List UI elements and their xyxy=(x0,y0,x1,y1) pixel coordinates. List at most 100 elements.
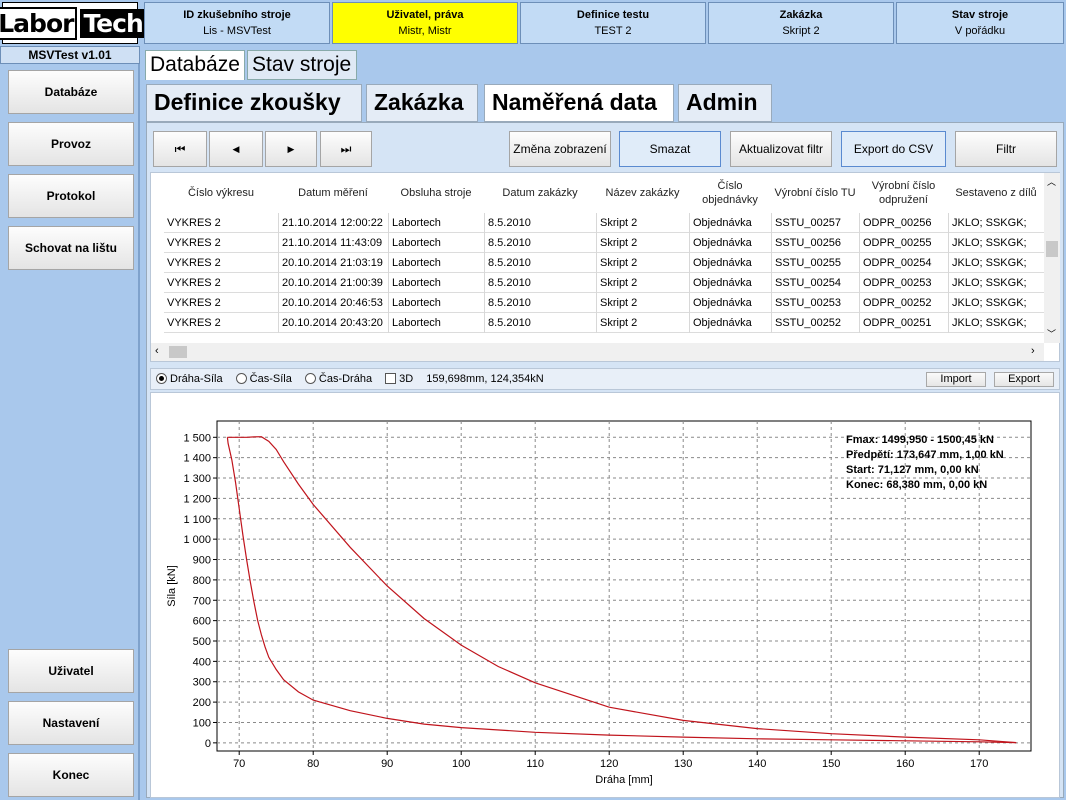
tab-measured-data[interactable]: Naměřená data xyxy=(484,84,674,122)
vertical-scroll-thumb[interactable] xyxy=(1046,241,1058,257)
sidebar-button-database[interactable]: Databáze xyxy=(8,70,134,114)
table-cell: 8.5.2010 xyxy=(484,293,596,313)
table-cell: SSTU_00257 xyxy=(771,213,859,233)
radio-time-distance[interactable] xyxy=(304,373,316,384)
header-user-rights-value: Mistr, Mistr xyxy=(398,25,452,37)
scroll-down-icon[interactable]: ﹀ xyxy=(1047,327,1056,340)
horizontal-scroll-thumb[interactable] xyxy=(169,346,187,358)
table-cell: Objednávka xyxy=(689,253,771,273)
tab-order[interactable]: Zakázka xyxy=(366,84,478,122)
table-cell: JKLO; SSKGK; xyxy=(948,253,1044,273)
table-cell: VYKRES 2 xyxy=(167,237,221,249)
column-header-operator[interactable]: Obsluha stroje xyxy=(388,173,484,213)
header-user-rights: Uživatel, práva Mistr, Mistr xyxy=(332,2,518,44)
table-cell: Objednávka xyxy=(689,233,771,253)
table-row[interactable]: VYKRES 2 20.10.2014 21:00:39 Labortech 8.5.… xyxy=(164,273,1044,293)
export-button[interactable]: Export xyxy=(994,372,1054,387)
radio-time-force[interactable] xyxy=(235,373,247,384)
checkbox-3d[interactable] xyxy=(385,373,397,384)
column-header-assembled-from[interactable]: Sestaveno z dílů xyxy=(948,173,1044,213)
y-tick-label: 1 200 xyxy=(183,493,211,505)
export-csv-button[interactable]: Export do CSV xyxy=(841,131,946,167)
scroll-left-icon[interactable]: ‹ xyxy=(155,345,159,357)
sidebar: Databáze Provoz Protokol Schovat na lišt… xyxy=(0,64,140,800)
radio-distance-force-label[interactable]: Dráha-Síla xyxy=(170,373,223,385)
radio-time-force-label[interactable]: Čas-Síla xyxy=(250,373,292,385)
column-header-order-number[interactable]: Číslo objednávky xyxy=(689,173,771,213)
table-cell: Labortech xyxy=(388,293,484,313)
table-cell: 21.10.2014 12:00:22 xyxy=(278,213,388,233)
table-cell: 20.10.2014 20:43:20 xyxy=(278,313,388,333)
last-record-button[interactable]: ⏭ xyxy=(320,131,372,167)
sidebar-button-user[interactable]: Uživatel xyxy=(8,649,134,693)
y-tick-label: 900 xyxy=(193,555,211,567)
sidebar-button-protocol[interactable]: Protokol xyxy=(8,174,134,218)
table-cell: 21.10.2014 11:43:09 xyxy=(278,233,388,253)
column-header-measurement-date[interactable]: Datum měření xyxy=(278,173,388,213)
table-cell: Objednávka xyxy=(689,313,771,333)
tab-admin[interactable]: Admin xyxy=(678,84,772,122)
table-row[interactable]: VYKRES 2 20.10.2014 20:43:20 Labortech 8.5.… xyxy=(164,313,1044,333)
delete-button[interactable]: Smazat xyxy=(619,131,721,167)
table-cell: ODPR_00254 xyxy=(859,253,948,273)
sidebar-button-settings[interactable]: Nastavení xyxy=(8,701,134,745)
radio-time-distance-label[interactable]: Čas-Dráha xyxy=(319,373,372,385)
x-axis-label: Dráha [mm] xyxy=(595,774,652,786)
sidebar-button-operation[interactable]: Provoz xyxy=(8,122,134,166)
table-cell: ODPR_00252 xyxy=(859,293,948,313)
scroll-up-icon[interactable]: ︿ xyxy=(1047,175,1056,188)
column-header-order-date[interactable]: Datum zakázky xyxy=(484,173,596,213)
table-cell: Labortech xyxy=(388,233,484,253)
tab-test-definition[interactable]: Definice zkoušky xyxy=(146,84,362,122)
table-cell: Skript 2 xyxy=(596,233,689,253)
next-icon: ▶ xyxy=(287,143,295,154)
column-header-drawing-number[interactable]: Číslo výkresu xyxy=(164,173,278,213)
previous-record-button[interactable]: ◀ xyxy=(209,131,263,167)
table-row[interactable]: VYKRES 2 21.10.2014 12:00:22 Labortech 8.5.… xyxy=(164,213,1044,233)
filter-button[interactable]: Filtr xyxy=(955,131,1057,167)
table-cell: 8.5.2010 xyxy=(484,213,596,233)
table-cell: ODPR_00255 xyxy=(859,233,948,253)
import-button[interactable]: Import xyxy=(926,372,986,387)
header-machine-id-title: ID zkušebního stroje xyxy=(183,9,291,21)
cursor-readout: 159,698mm, 124,354kN xyxy=(426,373,544,385)
table-cell: 20.10.2014 21:03:19 xyxy=(278,253,388,273)
tab-machine-state[interactable]: Stav stroje xyxy=(247,50,357,80)
radio-distance-force[interactable] xyxy=(156,373,167,384)
table-cell: JKLO; SSKGK; xyxy=(948,313,1044,333)
column-header-order-name[interactable]: Název zakázky xyxy=(596,173,689,213)
table-cell: ODPR_00256 xyxy=(859,213,948,233)
tab-database[interactable]: Databáze xyxy=(145,50,245,80)
y-tick-label: 700 xyxy=(193,595,211,607)
x-tick-label: 140 xyxy=(748,758,766,770)
next-record-button[interactable]: ▶ xyxy=(265,131,317,167)
table-cell: 20.10.2014 21:00:39 xyxy=(278,273,388,293)
table-row[interactable]: VYKRES 2 20.10.2014 21:03:19 Labortech 8.5.… xyxy=(164,253,1044,273)
sidebar-button-exit[interactable]: Konec xyxy=(8,753,134,797)
logo-part-labor: Labor xyxy=(0,6,78,40)
table-cell: SSTU_00253 xyxy=(771,293,859,313)
update-filter-button[interactable]: Aktualizovat filtr xyxy=(730,131,832,167)
y-tick-label: 800 xyxy=(193,575,211,587)
y-tick-label: 100 xyxy=(193,717,211,729)
checkbox-3d-label[interactable]: 3D xyxy=(399,373,413,385)
change-view-button[interactable]: Změna zobrazení xyxy=(509,131,611,167)
column-header-spring-serial[interactable]: Výrobní číslo odpružení xyxy=(859,173,948,213)
horizontal-scrollbar[interactable]: ‹ › xyxy=(151,343,1044,361)
column-header-tu-serial[interactable]: Výrobní číslo TU xyxy=(771,173,859,213)
table-cell: VYKRES 2 xyxy=(167,217,221,229)
table-cell: 8.5.2010 xyxy=(484,253,596,273)
vertical-scrollbar[interactable]: ︿ ﹀ xyxy=(1044,173,1060,343)
table-cell: VYKRES 2 xyxy=(167,257,221,269)
scroll-right-icon[interactable]: › xyxy=(1031,345,1035,357)
y-tick-label: 1 300 xyxy=(183,473,211,485)
table-row[interactable]: VYKRES 2 20.10.2014 20:46:53 Labortech 8.5.… xyxy=(164,293,1044,313)
table-cell: 8.5.2010 xyxy=(484,233,596,253)
header-user-rights-title: Uživatel, práva xyxy=(386,9,464,21)
first-record-button[interactable]: ⏮ xyxy=(153,131,207,167)
header-test-definition-value: TEST 2 xyxy=(594,25,632,37)
table-cell: 20.10.2014 20:46:53 xyxy=(278,293,388,313)
sidebar-button-hide-to-bar[interactable]: Schovat na lištu xyxy=(8,226,134,270)
measurements-table: Číslo výkresu Datum měření Obsluha stroj… xyxy=(150,172,1060,362)
table-row[interactable]: VYKRES 2 21.10.2014 11:43:09 Labortech 8.5.… xyxy=(164,233,1044,253)
